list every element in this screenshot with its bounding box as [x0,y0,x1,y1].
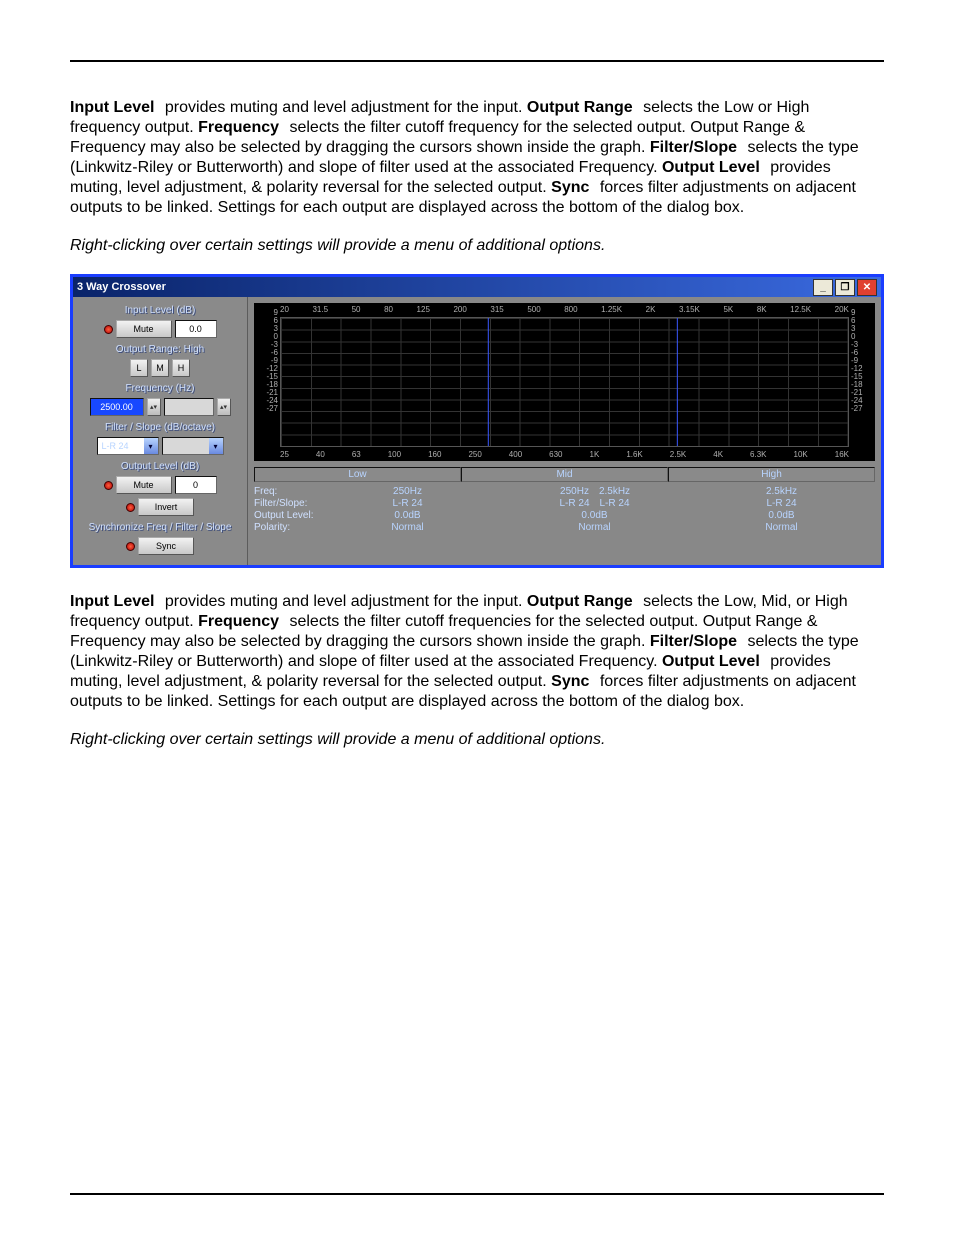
term-filter-slope: Filter/Slope [650,139,737,156]
props-high: 2.5kHz L-R 24 0.0dB Normal [688,486,875,534]
sync-button[interactable]: Sync [138,537,194,555]
para-rightclick-1: Right-clicking over certain settings wil… [70,236,884,256]
label-input-level: Input Level (dB) [79,303,241,320]
filter-slope-select-2[interactable]: ▾ [162,437,224,455]
row-label-polarity: Polarity: [254,522,314,534]
window-minimize-button[interactable]: _ [813,279,833,296]
label-sync: Synchronize Freq / Filter / Slope [79,520,241,537]
invert-led-icon [126,503,135,512]
crossover-dialog: 3 Way Crossover _ ❐ ✕ Input Level (dB) M… [70,274,884,568]
crossover-graph[interactable]: 9630-3-6-9-12-15-18-21-24-27 9630-3-6-9-… [254,303,875,461]
sync-led-icon [126,542,135,551]
x-axis-bottom: 2540631001602504006301K1.6K2.5K4K6.3K10K… [280,450,849,459]
dialog-titlebar: 3 Way Crossover _ ❐ ✕ [73,277,881,297]
frequency-spinner[interactable]: ▴▾ [147,398,161,416]
term-frequency: Frequency [198,119,279,136]
band-low[interactable]: Low [254,467,461,482]
range-high-button[interactable]: H [172,359,190,377]
term-output-level: Output Level [662,159,760,176]
range-mid-button[interactable]: M [151,359,169,377]
y-axis-right: 9630-3-6-9-12-15-18-21-24-27 [851,309,871,413]
row-label-outlevel: Output Level: [254,510,314,522]
label-output-level: Output Level (dB) [79,459,241,476]
props-low: 250Hz L-R 24 0.0dB Normal [314,486,501,534]
para-2way: Input Level provides muting and level ad… [70,98,884,218]
controls-panel: Input Level (dB) Mute 0.0 Output Range: … [73,297,248,565]
para-3way: Input Level provides muting and level ad… [70,592,884,712]
x-axis-top: 2031.550801252003155008001.25K2K3.15K5K8… [280,305,849,314]
label-output-range: Output Range: High [79,342,241,359]
frequency-input[interactable]: 2500.00 [90,398,144,416]
band-mid[interactable]: Mid [461,467,668,482]
para-rightclick-2: Right-clicking over certain settings wil… [70,730,884,750]
input-level-value[interactable]: 0.0 [175,320,217,338]
output-mute-button[interactable]: Mute [116,476,172,494]
row-label-freq: Freq: [254,486,314,498]
props-mid: 250Hz2.5kHz L-R 24L-R 24 0.0dB Normal [501,486,688,534]
output-properties: Freq: Filter/Slope: Output Level: Polari… [254,486,875,534]
filter-slope-select-1[interactable]: L-R 24 ▾ [97,437,159,455]
dialog-title: 3 Way Crossover [77,281,166,293]
label-frequency: Frequency (Hz) [79,381,241,398]
range-low-button[interactable]: L [130,359,148,377]
invert-button[interactable]: Invert [138,498,194,516]
plot-svg [281,318,848,447]
mute-button[interactable]: Mute [116,320,172,338]
term-sync: Sync [551,179,589,196]
chevron-down-icon: ▾ [144,438,158,454]
band-high[interactable]: High [668,467,875,482]
term-input-level: Input Level [70,99,154,116]
label-filter-slope: Filter / Slope (dB/octave) [79,420,241,437]
chevron-down-icon: ▾ [209,438,223,454]
frequency-input-2[interactable] [164,398,214,416]
plot-area[interactable] [280,317,849,447]
window-close-button[interactable]: ✕ [857,279,877,296]
row-label-fs: Filter/Slope: [254,498,314,510]
band-strip: Low Mid High [254,467,875,482]
output-mute-led-icon [104,481,113,490]
y-axis-left: 9630-3-6-9-12-15-18-21-24-27 [258,309,278,413]
frequency-spinner-2[interactable]: ▴▾ [217,398,231,416]
mute-led-icon [104,325,113,334]
output-level-value[interactable]: 0 [175,476,217,494]
term-output-range: Output Range [527,99,633,116]
window-restore-button[interactable]: ❐ [835,279,855,296]
